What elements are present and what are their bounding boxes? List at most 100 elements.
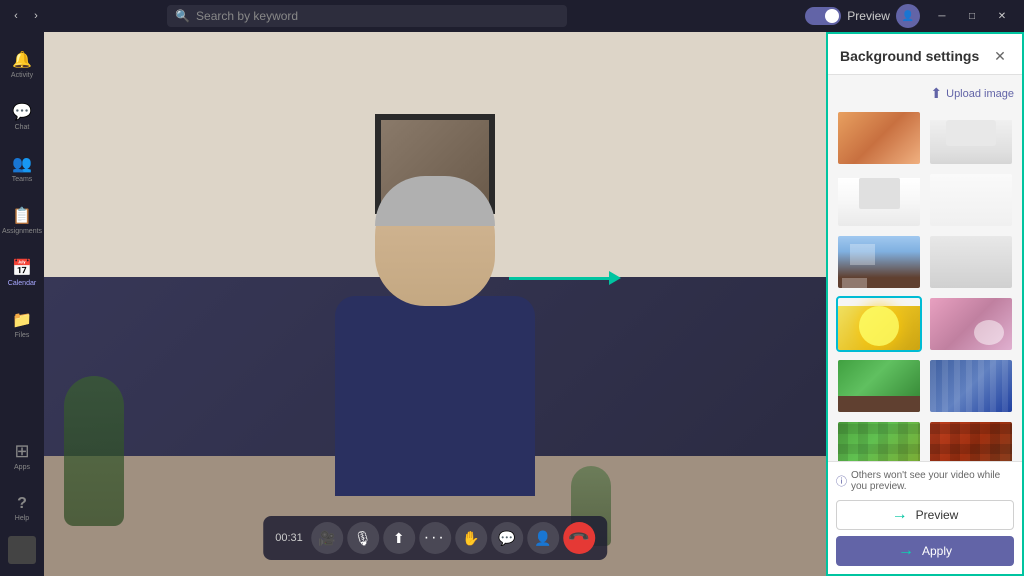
sidebar-label-teams: Teams bbox=[12, 176, 33, 183]
bg-thumb-inner bbox=[930, 298, 1012, 350]
raise-hand-button[interactable]: ✋ bbox=[455, 522, 487, 554]
bg-thumb-bright-room[interactable] bbox=[836, 172, 922, 228]
bg-thumb-inner bbox=[930, 174, 1012, 226]
participants-button[interactable]: 👤 bbox=[527, 522, 559, 554]
chat-button[interactable]: 💬 bbox=[491, 522, 523, 554]
info-icon: ⓘ bbox=[836, 473, 847, 489]
apply-btn-label: Apply bbox=[922, 544, 952, 558]
sidebar-item-calendar[interactable]: 📅 Calendar bbox=[4, 248, 40, 296]
forward-button[interactable]: › bbox=[28, 8, 44, 24]
person-hair bbox=[375, 176, 495, 226]
main-area: 🔔 Activity 💬 Chat 👥 Teams 📋 Assignments … bbox=[0, 32, 1024, 576]
video-feed bbox=[44, 32, 826, 576]
chat-icon: 💬 bbox=[12, 102, 32, 122]
upload-icon: ⬆ bbox=[930, 85, 942, 102]
upload-image-button[interactable]: ⬆ Upload image bbox=[836, 83, 1014, 110]
bg-thumb-minecraft-dark[interactable] bbox=[928, 420, 1014, 461]
bg-thumb-library[interactable] bbox=[928, 358, 1014, 414]
search-placeholder: Search by keyword bbox=[196, 9, 298, 23]
hang-up-button[interactable]: 📞 bbox=[556, 515, 601, 560]
preview-note-text: Others won't see your video while you pr… bbox=[851, 470, 1014, 492]
video-area: 00:31 🎥 🎙 ⬆ ··· ✋ 💬 👤 📞 bbox=[44, 32, 826, 576]
apply-button[interactable]: → Apply bbox=[836, 536, 1014, 566]
sidebar-item-activity[interactable]: 🔔 Activity bbox=[4, 40, 40, 88]
calendar-icon: 📅 bbox=[12, 258, 32, 278]
sidebar-item-apps[interactable]: ⊞ Apps bbox=[4, 432, 40, 480]
preview-btn-label: Preview bbox=[916, 508, 959, 522]
back-button[interactable]: ‹ bbox=[8, 8, 24, 24]
avatar-img: 👤 bbox=[902, 11, 914, 22]
sidebar-label-activity: Activity bbox=[11, 72, 33, 79]
bg-thumb-inner bbox=[838, 360, 920, 412]
person-figure bbox=[335, 176, 535, 496]
preview-arrow-icon: → bbox=[892, 506, 908, 524]
sidebar: 🔔 Activity 💬 Chat 👥 Teams 📋 Assignments … bbox=[0, 32, 44, 576]
toggle-knob bbox=[825, 9, 839, 23]
bg-thumb-white-room[interactable] bbox=[928, 110, 1014, 166]
teams-icon: 👥 bbox=[12, 154, 32, 174]
preview-toggle-area: Preview 👤 bbox=[805, 4, 920, 28]
search-bar[interactable]: 🔍 Search by keyword bbox=[167, 5, 567, 27]
sidebar-item-teams[interactable]: 👥 Teams bbox=[4, 144, 40, 192]
nav-controls: ‹ › bbox=[8, 8, 44, 24]
bg-thumb-white-minimal[interactable] bbox=[928, 172, 1014, 228]
background-settings-panel: Background settings ✕ ⬆ Upload image bbox=[826, 32, 1024, 576]
bg-thumb-inner bbox=[930, 120, 1012, 166]
bg-thumb-orange-sunset[interactable] bbox=[836, 110, 922, 166]
bg-thumb-garden[interactable] bbox=[836, 358, 922, 414]
user-avatar[interactable]: 👤 bbox=[896, 4, 920, 28]
panel-header: Background settings ✕ bbox=[828, 34, 1022, 75]
camera-button[interactable]: 🎥 bbox=[311, 522, 343, 554]
plant-left bbox=[64, 376, 124, 526]
person-body bbox=[335, 296, 535, 496]
bg-thumb-inner bbox=[838, 422, 920, 461]
assignments-icon: 📋 bbox=[12, 206, 32, 226]
preview-toggle-switch[interactable] bbox=[805, 7, 841, 25]
apply-arrow-icon: → bbox=[898, 542, 914, 560]
panel-content: ⬆ Upload image bbox=[828, 75, 1022, 461]
restore-button[interactable]: □ bbox=[958, 6, 986, 26]
bg-thumb-inner bbox=[930, 360, 1012, 412]
sidebar-label-files: Files bbox=[15, 332, 30, 339]
bg-thumb-inner bbox=[838, 112, 920, 164]
bg-thumb-yellow-abstract[interactable] bbox=[836, 296, 922, 352]
share-button[interactable]: ⬆ bbox=[383, 522, 415, 554]
sidebar-item-files[interactable]: 📁 Files bbox=[4, 300, 40, 348]
sidebar-label-apps: Apps bbox=[14, 464, 30, 471]
bg-thumb-inner bbox=[838, 236, 920, 288]
bg-thumb-inner bbox=[930, 236, 1012, 288]
arrow-indicator bbox=[509, 271, 621, 285]
title-bar: ‹ › 🔍 Search by keyword Preview 👤 ─ □ ✕ bbox=[0, 0, 1024, 32]
sidebar-label-assignments: Assignments bbox=[2, 228, 42, 235]
preview-button[interactable]: → Preview bbox=[836, 500, 1014, 530]
person-head bbox=[375, 176, 495, 306]
bg-thumb-office-window[interactable] bbox=[836, 234, 922, 290]
bg-thumb-minecraft-green[interactable] bbox=[836, 420, 922, 461]
preview-toggle-label: Preview bbox=[847, 9, 890, 23]
close-window-button[interactable]: ✕ bbox=[988, 6, 1016, 26]
bg-thumb-empty-gray[interactable] bbox=[928, 234, 1014, 290]
mic-button[interactable]: 🎙 bbox=[347, 522, 379, 554]
sidebar-label-calendar: Calendar bbox=[8, 280, 36, 287]
sidebar-item-chat[interactable]: 💬 Chat bbox=[4, 92, 40, 140]
sidebar-item-help[interactable]: ? Help bbox=[4, 484, 40, 532]
sidebar-label-help: Help bbox=[15, 515, 29, 522]
bg-thumb-inner bbox=[838, 178, 920, 228]
background-grid bbox=[836, 110, 1014, 461]
help-icon: ? bbox=[17, 495, 27, 513]
search-icon: 🔍 bbox=[175, 9, 190, 23]
controls-bar: 00:31 🎥 🎙 ⬆ ··· ✋ 💬 👤 📞 bbox=[263, 516, 607, 560]
minimize-button[interactable]: ─ bbox=[928, 6, 956, 26]
call-timer: 00:31 bbox=[275, 532, 303, 544]
panel-close-button[interactable]: ✕ bbox=[990, 46, 1010, 66]
bg-thumb-pink-rocks[interactable] bbox=[928, 296, 1014, 352]
sidebar-item-assignments[interactable]: 📋 Assignments bbox=[4, 196, 40, 244]
files-icon: 📁 bbox=[12, 310, 32, 330]
bg-thumb-inner bbox=[930, 422, 1012, 461]
activity-icon: 🔔 bbox=[12, 50, 32, 70]
upload-label: Upload image bbox=[946, 88, 1014, 100]
more-options-button[interactable]: ··· bbox=[419, 522, 451, 554]
bg-thumb-inner bbox=[838, 306, 920, 352]
sidebar-label-chat: Chat bbox=[15, 124, 30, 131]
arrow-head bbox=[609, 271, 621, 285]
